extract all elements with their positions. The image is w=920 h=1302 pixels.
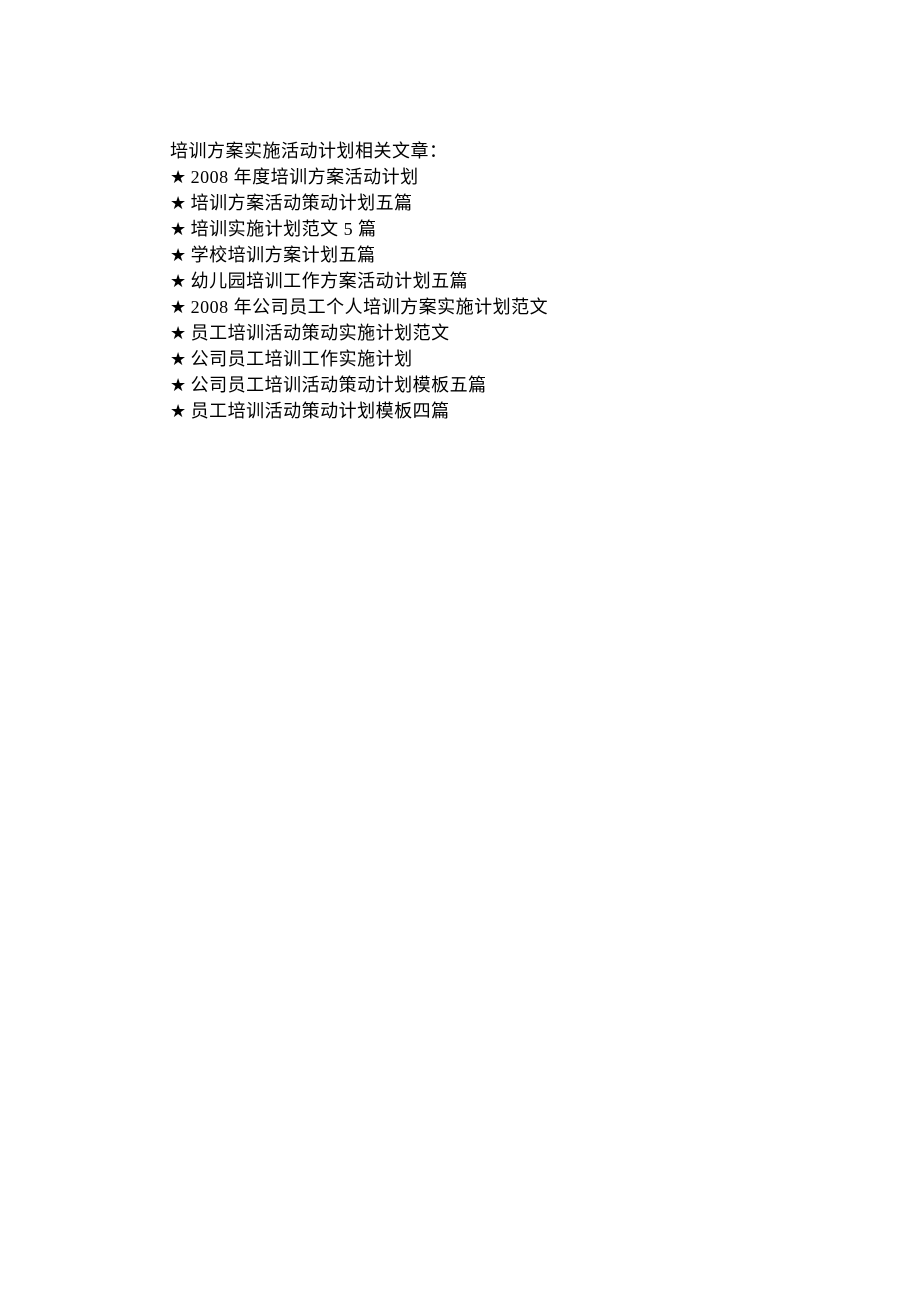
star-icon: ★ [170, 164, 187, 190]
star-icon: ★ [170, 398, 187, 424]
list-item: ★ 学校培训方案计划五篇 [170, 242, 800, 268]
article-link-text: 公司员工培训活动策动计划模板五篇 [191, 372, 800, 398]
related-articles-list: ★2008 年度培训方案活动计划★ 培训方案活动策动计划五篇★ 培训实施计划范文… [170, 164, 800, 424]
list-item: ★ 员工培训活动策动实施计划范文 [170, 320, 800, 346]
list-item: ★2008 年公司员工个人培训方案实施计划范文 [170, 294, 800, 320]
star-icon: ★ [170, 268, 187, 294]
article-link-text: 幼儿园培训工作方案活动计划五篇 [191, 268, 800, 294]
list-item: ★ 培训实施计划范文 5 篇 [170, 216, 800, 242]
list-item: ★ 幼儿园培训工作方案活动计划五篇 [170, 268, 800, 294]
list-item: ★ 公司员工培训工作实施计划 [170, 346, 800, 372]
list-item: ★ 员工培训活动策动计划模板四篇 [170, 398, 800, 424]
article-link-text: 2008 年度培训方案活动计划 [191, 164, 800, 190]
article-link-text: 2008 年公司员工个人培训方案实施计划范文 [191, 294, 800, 320]
star-icon: ★ [170, 346, 187, 372]
list-item: ★2008 年度培训方案活动计划 [170, 164, 800, 190]
list-item: ★ 公司员工培训活动策动计划模板五篇 [170, 372, 800, 398]
star-icon: ★ [170, 216, 187, 242]
list-item: ★ 培训方案活动策动计划五篇 [170, 190, 800, 216]
star-icon: ★ [170, 294, 187, 320]
star-icon: ★ [170, 372, 187, 398]
article-link-text: 学校培训方案计划五篇 [191, 242, 800, 268]
star-icon: ★ [170, 242, 187, 268]
star-icon: ★ [170, 190, 187, 216]
article-link-text: 公司员工培训工作实施计划 [191, 346, 800, 372]
article-link-text: 培训方案活动策动计划五篇 [191, 190, 800, 216]
star-icon: ★ [170, 320, 187, 346]
article-link-text: 员工培训活动策动计划模板四篇 [191, 398, 800, 424]
section-heading: 培训方案实施活动计划相关文章： [170, 138, 800, 164]
document-page: 培训方案实施活动计划相关文章： ★2008 年度培训方案活动计划★ 培训方案活动… [0, 0, 920, 424]
article-link-text: 员工培训活动策动实施计划范文 [191, 320, 800, 346]
article-link-text: 培训实施计划范文 5 篇 [191, 216, 800, 242]
